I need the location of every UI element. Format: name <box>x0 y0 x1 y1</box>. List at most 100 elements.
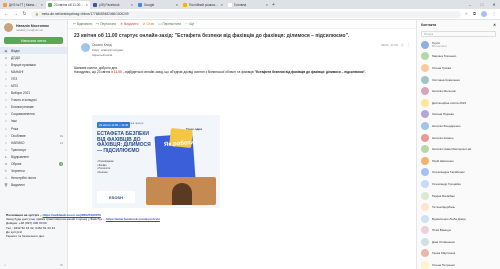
browser-tab[interactable]: Google ✕ <box>136 1 180 9</box>
folder-item[interactable]: ▪ Транспорт <box>0 146 67 153</box>
account-block[interactable]: Наталія Мостипюк natalka_mos@ukr.net <box>0 20 67 35</box>
folder-move-icon: ▭ <box>158 22 162 26</box>
contact-item[interactable]: Олександра Тарабоник <box>417 167 500 179</box>
reply-button[interactable]: ↩ Відповісти <box>73 22 92 26</box>
tab-close-icon[interactable]: ✕ <box>265 3 268 7</box>
folder-label: Соцзамовлення <box>11 112 35 117</box>
contact-item[interactable]: Марина Ткаченко <box>417 51 500 63</box>
folder-item[interactable]: ⚠ Непотрібні листи <box>0 175 67 182</box>
maximize-button[interactable]: □ <box>476 0 488 9</box>
folder-item[interactable]: ▪ Бланки резюме <box>0 104 67 111</box>
folder-item[interactable]: ▪ Участь в конкурсі <box>0 97 67 104</box>
spam-button[interactable]: ⊘ Спам <box>142 22 154 26</box>
folder-item[interactable]: ▪ Вибори 2021 <box>0 90 67 97</box>
browser-tab[interactable]: Постійний розклад уроків✕ <box>181 1 225 9</box>
compose-button[interactable]: Написати листа <box>4 37 63 44</box>
contact-item[interactable]: Радіна Балабаш <box>417 190 500 202</box>
tab-title: (49) Facebook <box>99 3 120 7</box>
contact-item[interactable]: Дистанційна освіта 2023 <box>417 97 500 109</box>
folder-item[interactable]: ▪ УПЗ <box>0 75 67 82</box>
delete-button[interactable]: ✕ Видалити <box>120 22 138 26</box>
folder-item[interactable]: ▪ МПЗ <box>0 82 67 89</box>
move-button[interactable]: ▭ Перемістити <box>158 22 181 26</box>
new-tab-button[interactable]: + <box>272 1 275 9</box>
browser-menu-icon[interactable]: ⋮ <box>492 11 496 17</box>
contact-item[interactable]: Наталія Нова Мяктаром Lab <box>417 143 500 155</box>
folder-item[interactable]: ▪ МАНАН! <box>0 68 67 75</box>
recipient-line: Кому: освітній холдинг <box>92 48 378 52</box>
close-window-button[interactable]: ✕ <box>488 0 500 9</box>
contact-item[interactable]: Наталія Мельник <box>417 85 500 97</box>
tab-close-icon[interactable]: ✕ <box>130 3 133 7</box>
folder-item[interactable]: ▪ Рнка <box>0 125 67 132</box>
browser-tab[interactable]: Головна ✕ <box>226 1 270 9</box>
folder-count: 2 <box>59 162 63 167</box>
contact-item[interactable]: Юрій Шевченко <box>417 155 500 167</box>
more-button[interactable]: ⋯ Ще <box>185 22 194 26</box>
folder-label: Особливе <box>11 133 26 138</box>
folder-item[interactable]: ✎ Чернетки <box>0 168 67 175</box>
spam-label: Спам <box>146 22 155 26</box>
forward-icon[interactable]: → <box>13 11 18 17</box>
folder-item[interactable]: ★ Обрані 2 <box>0 161 67 168</box>
contact-avatar <box>421 168 429 177</box>
print-icon[interactable]: ⎙ <box>401 43 404 47</box>
delete-label: Видалити <box>123 22 139 26</box>
contact-avatar <box>421 98 429 107</box>
folder-item[interactable]: ▪ Особливе 19 <box>0 132 67 139</box>
reply-icon: ↩ <box>73 22 76 26</box>
extensions-icon[interactable]: ⧉ <box>473 11 476 17</box>
bookmark-star-icon[interactable]: ☆ <box>465 11 469 17</box>
folder-count: 19 <box>59 133 63 138</box>
contacts-search-input[interactable]: Пошук <box>421 31 496 37</box>
event-poster-image[interactable]: 23 квітня 11:00 – 12:30 Навчальні центри… <box>92 115 220 208</box>
tab-close-icon[interactable]: ✕ <box>85 3 88 7</box>
folder-item[interactable]: ● ДОДО <box>0 54 67 61</box>
contact-item[interactable]: Олена Гусєва <box>417 62 500 74</box>
contact-item[interactable]: Олена Петренко <box>417 259 500 269</box>
to-value[interactable]: освітній холдинг <box>101 48 124 52</box>
contact-item[interactable]: Групи Всі контакти <box>417 39 500 51</box>
folder-item[interactable]: 🗑 Видалені <box>0 182 67 189</box>
forward-button[interactable]: ↪ Переслати <box>96 22 116 26</box>
contact-item[interactable]: Оксана Підкова <box>417 109 500 121</box>
reload-icon[interactable]: ↻ <box>22 11 27 17</box>
url-field[interactable]: 🔒 meta.ukr.net/desktop#msg=/inbox/177680… <box>31 10 461 18</box>
browser-tab[interactable]: ДНЗ №77 | Кімната пошти✕ <box>1 1 45 9</box>
home-icon[interactable]: ⌂ <box>4 263 6 267</box>
contact-item[interactable]: Юлія Бамщун <box>417 225 500 237</box>
move-label: Перемістити <box>162 22 182 26</box>
contact-item[interactable]: Діна Литвиненко <box>417 236 500 248</box>
contact-item[interactable]: Наталія Бондаренко <box>417 120 500 132</box>
tab-close-icon[interactable]: ✕ <box>220 3 223 7</box>
minimize-button[interactable]: – <box>464 0 476 9</box>
back-icon[interactable]: ← <box>4 11 9 17</box>
profile-avatar[interactable] <box>481 11 487 17</box>
contact-item[interactable]: Олександр Грицайко <box>417 178 500 190</box>
folder-item[interactable]: ▪ Соцзамовлення <box>0 111 67 118</box>
folder-icon: ▪ <box>5 105 7 110</box>
folder-icon: ▪ <box>5 112 7 117</box>
contact-item[interactable]: Тетяна Щербань <box>417 201 500 213</box>
browser-tab[interactable]: (49) Facebook ✕ <box>91 1 135 9</box>
contact-item[interactable]: Ганна Мартинюк <box>417 248 500 260</box>
tab-close-icon[interactable]: ✕ <box>40 3 43 7</box>
close-panel-icon[interactable]: ✕ <box>493 23 496 27</box>
folder-item[interactable]: ▪ Вчущні проміжки <box>0 61 67 68</box>
contact-item[interactable]: Наталія Коваль <box>417 132 500 144</box>
folder-label: Обрані <box>11 162 22 167</box>
contact-avatar <box>421 52 429 61</box>
folder-item[interactable]: ▪ Інші <box>0 118 67 125</box>
settings-icon[interactable]: ⚙ <box>60 263 63 267</box>
sender-name[interactable]: Оксана Клюд <box>92 43 378 47</box>
facebook-link[interactable]: https://www.facebook.com/esosh.vin <box>106 217 160 221</box>
browser-tab[interactable]: 23 квітня об 11.00 стартує✕ <box>46 1 90 9</box>
contact-item[interactable]: Світлана Коваленко <box>417 74 500 86</box>
contact-item[interactable]: Вдовиченко Люба Довід <box>417 213 500 225</box>
tab-close-icon[interactable]: ✕ <box>175 3 178 7</box>
folder-item[interactable]: ➤ Відправлені <box>0 153 67 160</box>
folder-item[interactable]: ▪ НАЕМКО 14 <box>0 139 67 146</box>
account-email: natalka_mos@ukr.net <box>16 27 44 32</box>
more-options-icon[interactable]: ⋮ <box>407 43 410 47</box>
folder-item[interactable]: ▣ Вхідні <box>0 47 67 55</box>
